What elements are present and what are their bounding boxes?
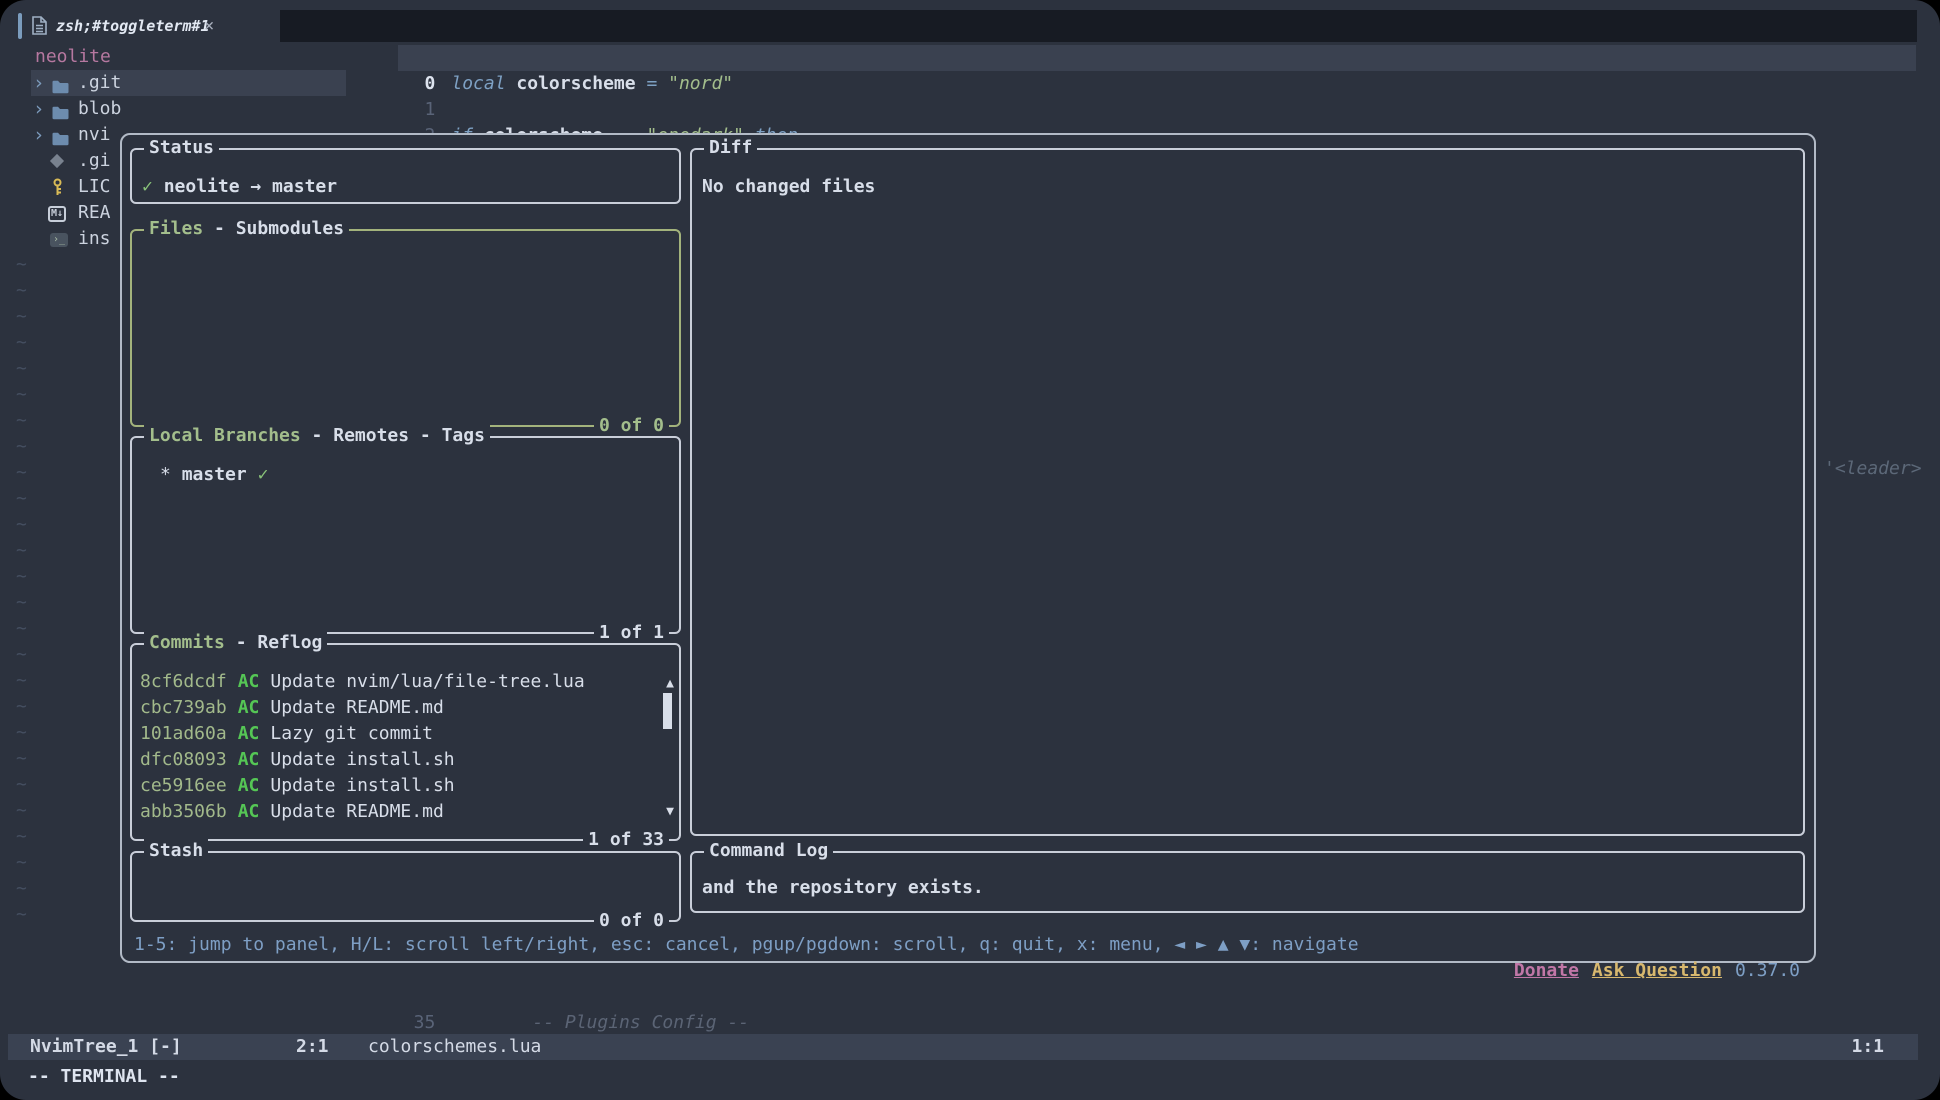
stash-panel-title: Stash [144, 838, 208, 864]
app-window: zsh;#toggleterm#1 × neolite › .git › blo… [0, 0, 1940, 1100]
code-line: 35-- Plugins Config -- [340, 984, 749, 1010]
tree-item-label: nvi [78, 122, 111, 148]
status-line[interactable]: ✓ neolite → master [142, 174, 337, 200]
mode-indicator: -- TERMINAL -- [28, 1064, 180, 1090]
tree-item-label: blob [78, 96, 121, 122]
tree-root-label[interactable]: neolite [35, 44, 111, 70]
command-log-panel[interactable]: Command Log and the repository exists. [690, 851, 1805, 913]
markdown-icon: M↓ [48, 206, 66, 222]
code-line: 0local colorscheme = "nord" [340, 45, 733, 71]
version-label: 0.37.0 [1735, 960, 1800, 981]
chevron-right-icon: › [33, 96, 44, 122]
diff-text: No changed files [702, 174, 875, 200]
terminal-icon: ›_ [50, 232, 68, 247]
tab-active-indicator [18, 13, 22, 39]
tree-item-label: .gi [78, 148, 111, 174]
tree-item-git[interactable]: › .git [31, 70, 346, 96]
tabline-fill [280, 10, 1917, 42]
donate-link[interactable]: Donate [1514, 960, 1579, 981]
code-line: 2if colorscheme == "onedark" then [340, 97, 798, 123]
diff-panel[interactable]: Diff No changed files [690, 148, 1805, 836]
chevron-right-icon: › [33, 122, 44, 148]
link-bar: DonateAsk Question0.37.0 [1449, 932, 1800, 958]
statusline-buffer-position: 2:1 [296, 1034, 329, 1060]
code-line: 36diagnostics = { [340, 1010, 695, 1036]
diff-panel-title: Diff [704, 135, 757, 161]
tree-item-label: ins [78, 226, 111, 252]
statusline-buffer-name: NvimTree_1 [-] [30, 1034, 182, 1060]
chevron-right-icon: › [33, 70, 44, 96]
statusline: NvimTree_1 [-] 2:1 colorschemes.lua 1:1 [8, 1034, 1918, 1060]
file-icon [32, 16, 47, 43]
tree-item-blob[interactable]: › blob [31, 96, 346, 122]
commits-count: 1 of 33 [583, 827, 669, 853]
commit-row[interactable]: dfc08093ACUpdate install.sh [140, 747, 455, 773]
command-log-panel-title: Command Log [704, 838, 833, 864]
files-panel[interactable]: Files - Submodules 0 of 0 [130, 229, 681, 427]
check-icon: ✓ [142, 176, 153, 197]
statusline-file-position: 1:1 [1851, 1034, 1884, 1060]
commit-row[interactable]: ce5916eeACUpdate install.sh [140, 773, 455, 799]
close-icon[interactable]: × [204, 10, 214, 42]
tree-item-label: .git [78, 70, 121, 96]
stash-count: 0 of 0 [594, 908, 669, 934]
commit-row[interactable]: abb3506bACUpdate README.md [140, 799, 444, 825]
status-panel[interactable]: Status ✓ neolite → master [130, 148, 681, 204]
git-diamond-icon [52, 154, 62, 166]
check-icon: ✓ [258, 464, 269, 485]
tree-item-label: REA [78, 200, 111, 226]
scrollbar-thumb[interactable] [663, 693, 672, 729]
scroll-down-icon[interactable]: ▼ [666, 799, 674, 825]
stash-panel[interactable]: Stash 0 of 0 [130, 851, 681, 922]
code-line: 1 [340, 71, 435, 97]
files-panel-title: Files - Submodules [144, 216, 349, 242]
empty-buffer-lines: ~~~~~~~~~~~~~~~~~~~~~~~~~~ [16, 252, 27, 928]
command-log-text: and the repository exists. [702, 875, 984, 901]
commit-row[interactable]: 101ad60aACLazy git commit [140, 721, 433, 747]
statusline-file-name: colorschemes.lua [368, 1034, 541, 1060]
lazygit-float-window: Status ✓ neolite → master Files - Submod… [120, 133, 1816, 963]
status-panel-title: Status [144, 135, 219, 161]
commit-row[interactable]: 8cf6dcdfACUpdate nvim/lua/file-tree.lua [140, 669, 585, 695]
branches-panel-title: Local Branches - Remotes - Tags [144, 423, 490, 449]
branch-row[interactable]: * master ✓ [160, 462, 268, 488]
commits-panel[interactable]: Commits - Reflog 8cf6dcdfACUpdate nvim/l… [130, 643, 681, 841]
keybindings-help: 1-5: jump to panel, H/L: scroll left/rig… [134, 932, 1359, 958]
branches-panel[interactable]: Local Branches - Remotes - Tags * master… [130, 436, 681, 634]
commit-row[interactable]: cbc739abACUpdate README.md [140, 695, 444, 721]
commits-panel-title: Commits - Reflog [144, 630, 327, 656]
tree-item-label: LIC [78, 174, 111, 200]
background-code-text: '<leader> [1824, 456, 1922, 482]
tab-title: zsh;#toggleterm#1 [56, 10, 210, 42]
ask-question-link[interactable]: Ask Question [1592, 960, 1722, 981]
terminal-tab[interactable]: zsh;#toggleterm#1 × [0, 10, 280, 42]
